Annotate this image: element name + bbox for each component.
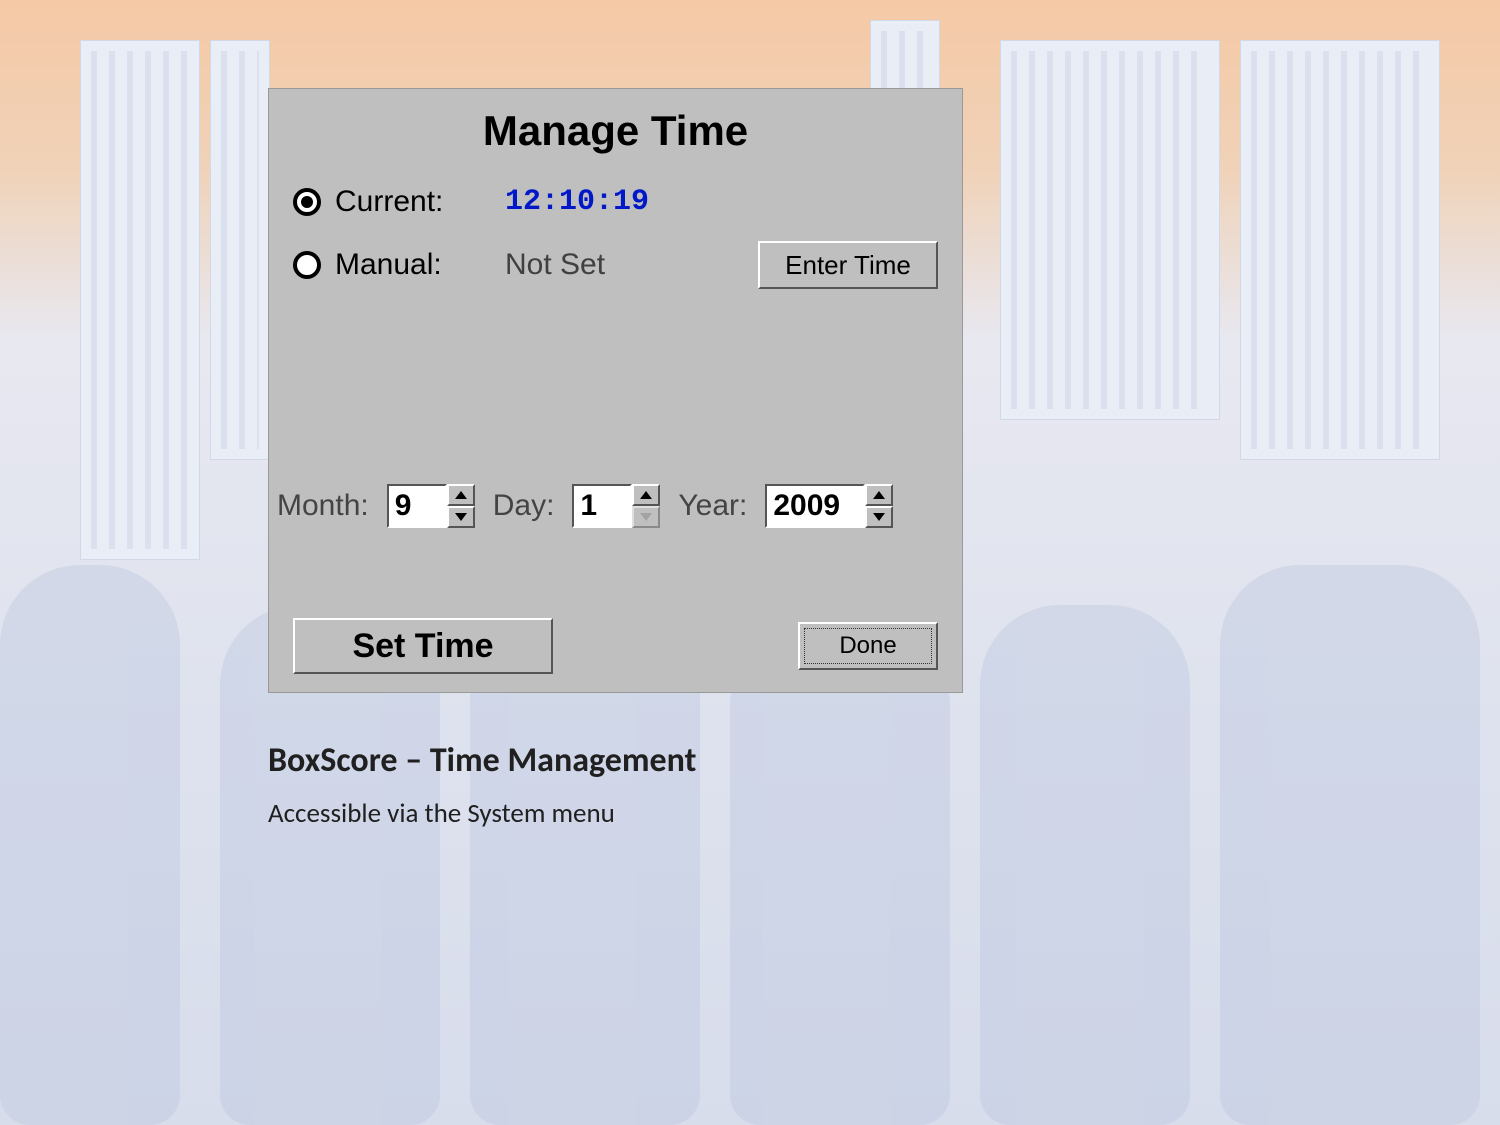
set-time-button[interactable]: Set Time: [293, 618, 553, 674]
date-row: Month: Day: Year:: [277, 484, 938, 528]
year-input[interactable]: [765, 484, 865, 528]
day-spinner: [572, 484, 660, 528]
set-time-label: Set Time: [352, 627, 493, 666]
slide-caption: BoxScore – Time Management Accessible vi…: [268, 740, 968, 830]
radio-selected-icon: [301, 196, 313, 208]
day-up-button[interactable]: [632, 484, 660, 506]
year-label: Year:: [678, 489, 747, 523]
current-time-value: 12:10:19: [505, 185, 649, 219]
dialog-title: Manage Time: [293, 107, 938, 155]
caption-title: BoxScore – Time Management: [268, 740, 968, 781]
day-down-button[interactable]: [632, 506, 660, 528]
caption-subtitle: Accessible via the System menu: [268, 797, 968, 830]
chevron-down-icon: [455, 513, 467, 521]
current-radio[interactable]: [293, 188, 321, 216]
done-button[interactable]: Done: [798, 622, 938, 670]
manual-radio[interactable]: [293, 251, 321, 279]
dialog-footer: Set Time Done: [293, 618, 938, 674]
chevron-down-icon: [640, 513, 652, 521]
day-label: Day:: [493, 489, 555, 523]
manage-time-dialog: Manage Time Current: 12:10:19 Manual: No…: [268, 88, 963, 693]
chevron-up-icon: [640, 491, 652, 499]
year-up-button[interactable]: [865, 484, 893, 506]
month-label: Month:: [277, 489, 369, 523]
enter-time-label: Enter Time: [785, 250, 911, 281]
chevron-up-icon: [873, 491, 885, 499]
manual-label: Manual:: [335, 248, 485, 282]
month-down-button[interactable]: [447, 506, 475, 528]
month-input[interactable]: [387, 484, 447, 528]
enter-time-button[interactable]: Enter Time: [758, 241, 938, 289]
chevron-up-icon: [455, 491, 467, 499]
month-up-button[interactable]: [447, 484, 475, 506]
manual-time-row: Manual: Not Set Enter Time: [293, 241, 938, 289]
year-down-button[interactable]: [865, 506, 893, 528]
current-time-row: Current: 12:10:19: [293, 185, 938, 219]
chevron-down-icon: [873, 513, 885, 521]
manual-time-value: Not Set: [505, 248, 605, 282]
done-label: Done: [839, 632, 896, 660]
day-input[interactable]: [572, 484, 632, 528]
year-spinner: [765, 484, 893, 528]
current-label: Current:: [335, 185, 485, 219]
month-spinner: [387, 484, 475, 528]
